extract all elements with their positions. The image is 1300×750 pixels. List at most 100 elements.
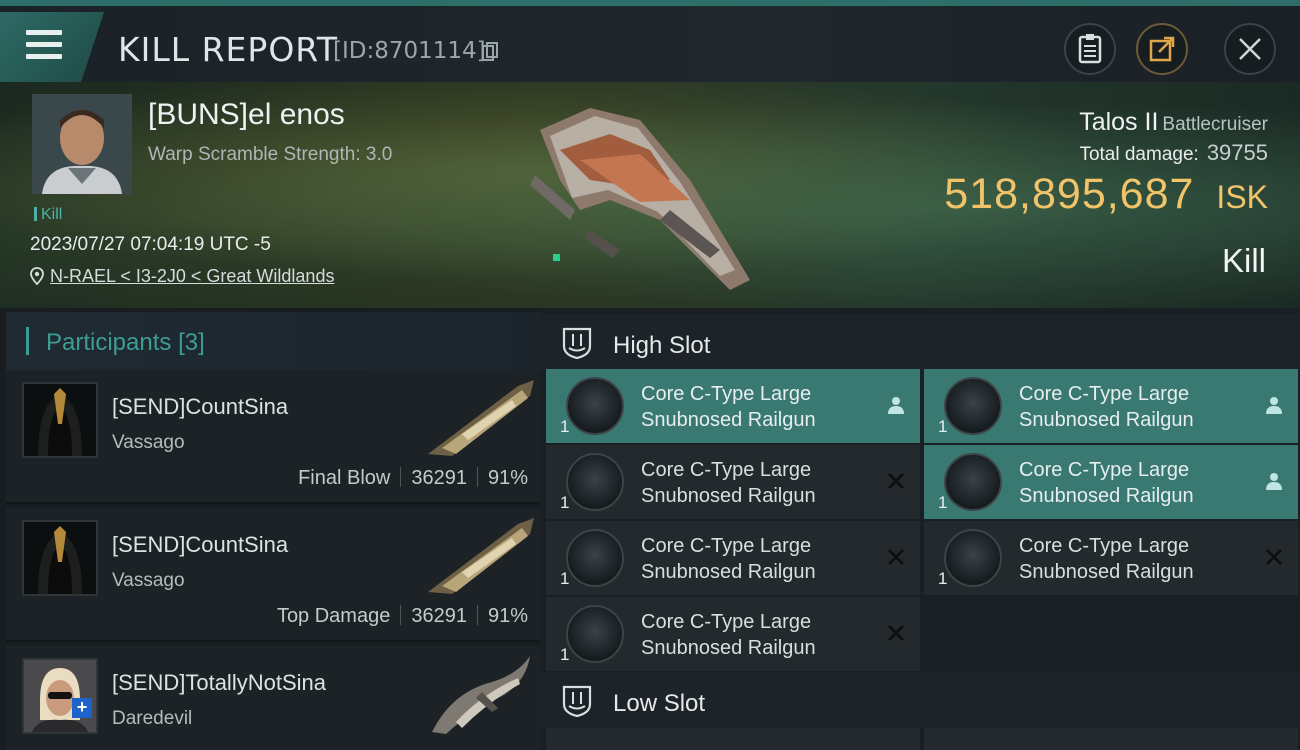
destroyed-x-icon bbox=[1266, 549, 1282, 565]
low-slot-module-partial[interactable] bbox=[546, 728, 920, 750]
railgun-icon bbox=[566, 377, 624, 435]
module-name: Core C-Type Large Snubnosed Railgun bbox=[641, 535, 816, 583]
module-qty: 1 bbox=[938, 493, 948, 512]
module-name: Core C-Type Large Snubnosed Railgun bbox=[1019, 459, 1194, 507]
participant-avatar[interactable] bbox=[22, 382, 98, 458]
close-icon bbox=[1239, 38, 1261, 60]
share-button[interactable] bbox=[1136, 23, 1188, 75]
pilot-icon bbox=[1266, 397, 1282, 414]
top-bar: KILL REPORT [ID:8701114] bbox=[0, 0, 1300, 82]
module-item[interactable]: 1 Core C-Type Large Snubnosed Railgun bbox=[546, 369, 920, 443]
railgun-icon bbox=[944, 529, 1002, 587]
low-slot-module-partial[interactable] bbox=[924, 728, 1298, 750]
participant-ship: Daredevil bbox=[112, 708, 193, 729]
share-icon bbox=[1149, 36, 1175, 62]
victim-portrait[interactable] bbox=[32, 94, 132, 194]
location-link[interactable]: N-RAEL < I3-2J0 < Great Wildlands bbox=[50, 266, 334, 286]
plus-badge-icon: + bbox=[72, 698, 92, 718]
isk-unit: ISK bbox=[1216, 179, 1268, 215]
pilot-icon bbox=[1266, 473, 1282, 490]
victim-ship-image bbox=[530, 108, 750, 290]
participant-stats: Final Blow 36291 91% bbox=[298, 467, 528, 490]
low-slot-header: Low Slot bbox=[540, 672, 1300, 728]
participant-ship: Vassago bbox=[112, 570, 185, 591]
module-item[interactable]: 1 Core C-Type Large Snubnosed Railgun bbox=[924, 445, 1298, 519]
module-name: Core C-Type Large Snubnosed Railgun bbox=[1019, 383, 1194, 431]
participant-card[interactable]: [SEND]CountSina Vassago Final Blow 36291 9… bbox=[6, 370, 540, 504]
clipboard-button[interactable] bbox=[1064, 23, 1116, 75]
result-label: Kill bbox=[1221, 242, 1266, 279]
page-title: KILL REPORT bbox=[118, 30, 338, 69]
railgun-icon bbox=[566, 605, 624, 663]
total-damage: Total damage: 39755 bbox=[1079, 140, 1268, 166]
kill-datetime: 2023/07/27 07:04:19 UTC -5 bbox=[30, 234, 271, 255]
victim-name[interactable]: [BUNS]el enos bbox=[148, 98, 345, 132]
participant-card[interactable]: [SEND]CountSina Vassago Top Damage 36291 9… bbox=[6, 508, 540, 642]
module-item[interactable]: 1 Core C-Type Large Snubnosed Railgun bbox=[546, 445, 920, 519]
railgun-icon bbox=[566, 529, 624, 587]
participant-damage: 36291 bbox=[411, 605, 467, 627]
module-qty: 1 bbox=[938, 569, 948, 588]
participant-name: [SEND]CountSina bbox=[112, 394, 289, 419]
module-qty: 1 bbox=[560, 493, 570, 512]
low-slot-icon bbox=[562, 685, 592, 718]
participant-damage: 36291 bbox=[411, 467, 467, 489]
module-name: Core C-Type Large Snubnosed Railgun bbox=[641, 383, 816, 431]
module-name: Core C-Type Large Snubnosed Railgun bbox=[641, 459, 816, 507]
victim-detail: Warp Scramble Strength: 3.0 bbox=[148, 144, 393, 165]
close-button[interactable] bbox=[1224, 23, 1276, 75]
indicator-dot bbox=[553, 254, 560, 261]
participant-ship-image bbox=[428, 518, 534, 594]
high-slot-icon bbox=[562, 327, 592, 360]
high-slot-title: High Slot bbox=[613, 332, 711, 359]
railgun-icon bbox=[566, 453, 624, 511]
victim-ship[interactable]: Talos II Battlecruiser bbox=[1079, 108, 1268, 137]
module-qty: 1 bbox=[560, 645, 570, 664]
total-damage-value: 39755 bbox=[1206, 140, 1268, 165]
isk-amount: 518,895,687 bbox=[944, 170, 1195, 218]
victim-summary: [BUNS]el enos Warp Scramble Strength: 3.… bbox=[0, 82, 1300, 308]
participant-name: [SEND]CountSina bbox=[112, 532, 289, 557]
copy-icon[interactable] bbox=[482, 42, 498, 62]
participants-header: Participants [3] bbox=[6, 312, 540, 370]
railgun-icon bbox=[944, 453, 1002, 511]
kill-type-tag: Kill bbox=[34, 206, 62, 224]
menu-button[interactable] bbox=[0, 12, 104, 82]
destroyed-x-icon bbox=[888, 549, 904, 565]
module-qty: 1 bbox=[560, 417, 570, 436]
participants-title: Participants [3] bbox=[46, 329, 205, 356]
isk-value: 518,895,687 ISK bbox=[944, 170, 1268, 219]
module-name: Core C-Type Large Snubnosed Railgun bbox=[641, 611, 816, 659]
report-id: [ID:8701114] bbox=[333, 38, 486, 64]
module-item[interactable]: 1 Core C-Type Large Snubnosed Railgun bbox=[924, 521, 1298, 595]
clipboard-icon bbox=[1078, 34, 1102, 64]
ship-name: Talos II bbox=[1079, 108, 1159, 136]
kill-location[interactable]: N-RAEL < I3-2J0 < Great Wildlands bbox=[30, 266, 334, 287]
ship-class: Battlecruiser bbox=[1162, 114, 1268, 135]
participant-avatar[interactable] bbox=[22, 520, 98, 596]
participant-role: Top Damage bbox=[276, 605, 391, 627]
participant-ship-image bbox=[428, 380, 534, 456]
railgun-icon bbox=[944, 377, 1002, 435]
module-item[interactable]: 1 Core C-Type Large Snubnosed Railgun bbox=[546, 521, 920, 595]
high-slot-header: High Slot bbox=[540, 314, 1300, 370]
participant-ship-image bbox=[432, 656, 530, 734]
participant-avatar[interactable] bbox=[22, 658, 98, 734]
participant-ship: Vassago bbox=[112, 432, 185, 453]
participant-name: [SEND]TotallyNotSina bbox=[112, 670, 326, 695]
participants-panel: Participants [3] [SEND]CountSina Vassago… bbox=[0, 308, 540, 750]
low-slot-title: Low Slot bbox=[613, 690, 706, 717]
menu-icon bbox=[26, 30, 62, 60]
participant-role: Final Blow bbox=[298, 467, 391, 489]
module-item[interactable]: 1 Core C-Type Large Snubnosed Railgun bbox=[546, 597, 920, 671]
participant-stats: Top Damage 36291 91% bbox=[277, 605, 528, 628]
participant-card[interactable]: + [SEND]TotallyNotSina Daredevil bbox=[6, 646, 540, 750]
module-qty: 1 bbox=[938, 417, 948, 436]
module-item[interactable]: 1 Core C-Type Large Snubnosed Railgun bbox=[924, 369, 1298, 443]
location-pin-icon bbox=[30, 267, 44, 285]
pilot-icon bbox=[888, 397, 904, 414]
module-qty: 1 bbox=[560, 569, 570, 588]
fitting-panel: High Slot 1 Core C-Type Large Snubnosed R… bbox=[540, 308, 1300, 750]
participant-percent: 91% bbox=[487, 467, 528, 489]
total-damage-label: Total damage: bbox=[1079, 144, 1199, 165]
